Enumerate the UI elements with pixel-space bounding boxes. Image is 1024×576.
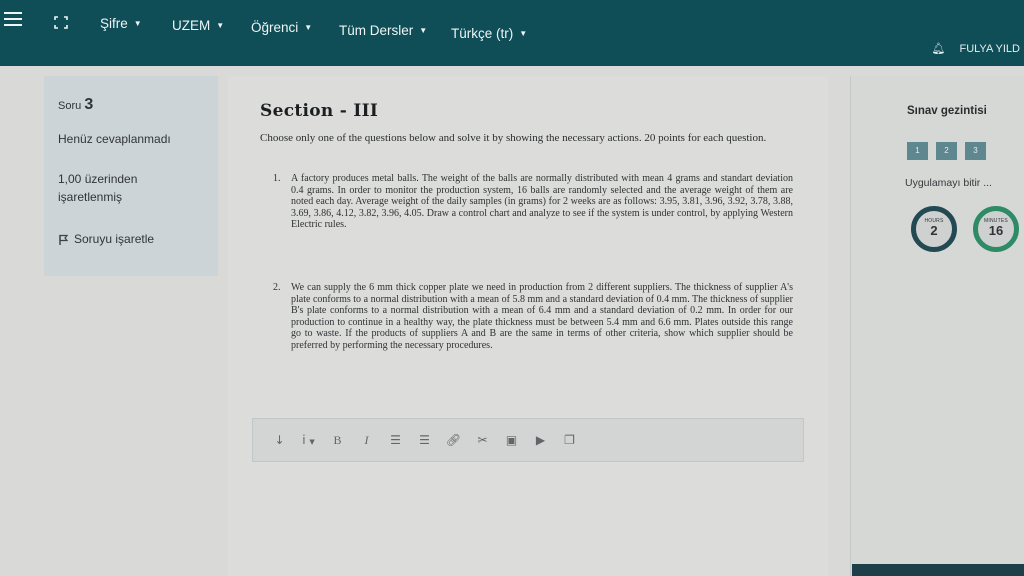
hamburger-menu-icon[interactable] <box>4 12 22 30</box>
question-intro: Choose only one of the questions below a… <box>260 132 767 144</box>
nav-question-button-3[interactable]: 3 <box>965 142 986 160</box>
unlink-icon[interactable]: ✂ <box>468 433 497 447</box>
flag-icon <box>59 234 69 245</box>
exam-navigation-panel: Sınav gezintisi 1 2 3 Uygulamayı bitir .… <box>850 76 1024 576</box>
unordered-list-icon[interactable]: ☰ <box>381 433 410 447</box>
collapse-toolbar-icon[interactable]: ↓ <box>265 433 294 447</box>
question-info-card: Soru 3 Henüz cevaplanmadı 1,00 üzerinden… <box>44 76 218 276</box>
image-icon[interactable]: ▣ <box>497 433 526 447</box>
media-icon[interactable]: ▶ <box>526 433 555 447</box>
question-item: 1. A factory produces metal balls. The w… <box>273 173 793 230</box>
caret-down-icon: ▼ <box>419 26 428 35</box>
ordered-list-icon[interactable]: ☰ <box>410 433 439 447</box>
answer-editor-toolbar: ↓ i ▼ B I ☰ ☰ 🔗︎ ✂ ▣ ▶ ❐ <box>252 418 804 462</box>
nav-question-button-2[interactable]: 2 <box>936 142 957 160</box>
question-item: 2. We can supply the 6 mm thick copper p… <box>273 282 793 351</box>
bold-button[interactable]: B <box>323 433 352 448</box>
user-area[interactable]: 🔔︎ FULYA YILD <box>932 42 1024 56</box>
timer-hours: HOURS 2 <box>911 206 957 252</box>
nav-menu-ogrenci[interactable]: Öğrenci ▼ <box>251 20 312 35</box>
manage-files-icon[interactable]: ❐ <box>555 433 584 447</box>
caret-down-icon: ▼ <box>216 21 225 30</box>
caret-down-icon: ▼ <box>519 29 528 38</box>
section-title: Section - III <box>260 101 379 121</box>
flag-question-link[interactable]: Soruyu işaretle <box>58 232 204 246</box>
nav-menu-uzem[interactable]: UZEM ▼ <box>172 18 224 33</box>
italic-button[interactable]: I <box>352 433 381 448</box>
exam-nav-title: Sınav gezintisi <box>907 105 987 117</box>
finish-attempt-link[interactable]: Uygulamayı bitir ... <box>905 177 992 189</box>
nav-menu-sifre[interactable]: Şifre ▼ <box>100 16 142 31</box>
caret-down-icon: ▼ <box>133 19 142 28</box>
link-icon[interactable]: 🔗︎ <box>439 433 468 447</box>
paragraph-style-button[interactable]: i ▼ <box>294 433 323 447</box>
answer-status: Henüz cevaplanmadı <box>58 132 171 146</box>
fullscreen-icon[interactable] <box>54 16 68 29</box>
timer-minutes: MINUTES 16 <box>973 206 1019 252</box>
bell-icon[interactable]: 🔔︎ <box>932 42 946 55</box>
top-navbar: Şifre ▼ UZEM ▼ Öğrenci ▼ Tüm Dersler ▼ Türkç… <box>0 0 1024 66</box>
question-number: Soru 3 <box>58 96 94 113</box>
nav-question-button-1[interactable]: 1 <box>907 142 928 160</box>
taskbar-strip <box>852 564 1024 576</box>
nav-menu-tum-dersler[interactable]: Tüm Dersler ▼ <box>339 23 427 38</box>
caret-down-icon: ▼ <box>304 23 313 32</box>
question-grade: 1,00 üzerinden işaretlenmiş <box>58 172 138 204</box>
user-name[interactable]: FULYA YILD <box>959 43 1020 55</box>
question-content: Section - III Choose only one of the que… <box>228 76 828 576</box>
nav-menu-language[interactable]: Türkçe (tr) ▼ <box>451 26 527 41</box>
